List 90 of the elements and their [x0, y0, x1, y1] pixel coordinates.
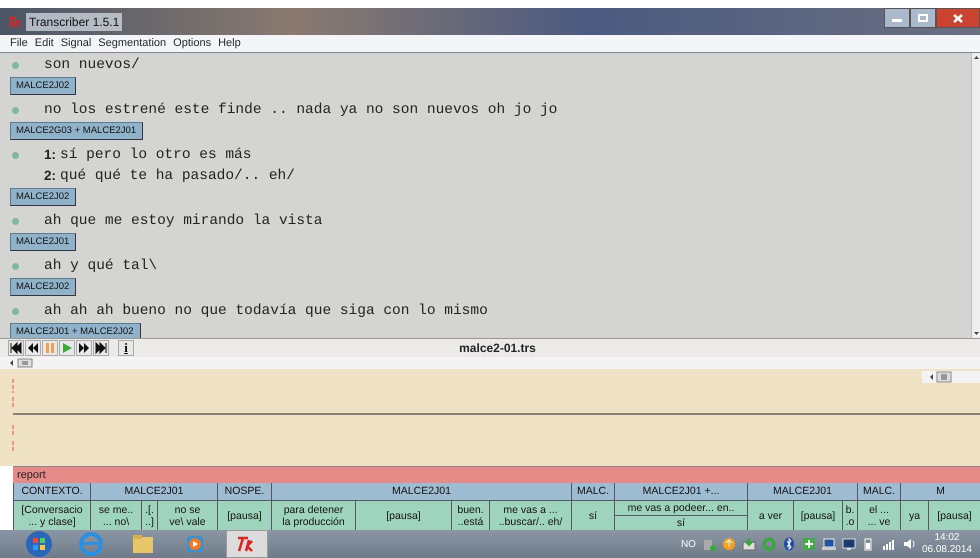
segment-cell[interactable]: se me.. ... no\ [90, 500, 141, 530]
segment-cell[interactable]: sí [571, 500, 614, 530]
speaker-button[interactable]: MALCE2J01 [10, 233, 76, 251]
speaker-header[interactable]: NOSPE. [217, 483, 271, 500]
segment-cell[interactable]: para detener la producción [271, 500, 355, 530]
speaker-button[interactable]: MALCE2J02 [10, 77, 76, 95]
segment-dot[interactable] [12, 218, 19, 225]
app-icon [8, 16, 22, 28]
menu-item[interactable]: File [10, 35, 28, 52]
speaker-header[interactable]: MALCE2J01 [271, 483, 571, 500]
transcript-line: son nuevos/ [44, 56, 140, 75]
speaker-header[interactable]: MALCE2J01 [747, 483, 857, 500]
menu-item[interactable]: Edit [34, 35, 54, 52]
maximize-button[interactable] [910, 8, 936, 28]
speaker-button[interactable]: MALCE2J02 [10, 188, 76, 206]
skip-start-button[interactable] [8, 340, 24, 356]
segment-cell[interactable]: .[. ..] [141, 500, 157, 530]
segment-cell[interactable]: el ... ... ve [857, 500, 900, 530]
speaker-button[interactable]: MALCE2J01 + MALCE2J02 [10, 323, 140, 338]
skip-start-icon [9, 341, 23, 355]
fast-forward-icon [77, 341, 91, 355]
upload-icon[interactable] [722, 537, 736, 551]
maximize-icon [918, 14, 928, 22]
transcript-line: ah y qué tal\ [44, 256, 158, 276]
info-button[interactable]: i [118, 340, 134, 356]
globe-icon [77, 530, 105, 558]
segment-cell[interactable]: [pausa] [928, 500, 980, 530]
segment-dot[interactable] [12, 152, 19, 159]
laptop-icon[interactable] [822, 537, 836, 551]
speaker-icon[interactable] [902, 537, 916, 551]
segment-cell[interactable]: no se ve\ vale [157, 500, 217, 530]
monitor-icon[interactable] [842, 537, 856, 551]
close-button[interactable] [936, 8, 980, 28]
pause-icon [43, 341, 57, 355]
rewind-button[interactable] [25, 340, 41, 356]
speaker-header[interactable]: MALC. [857, 483, 900, 500]
segment-dot[interactable] [12, 263, 19, 270]
segment-cell[interactable]: [Conversacio ... y clase] [13, 500, 90, 530]
minimize-button[interactable] [884, 8, 910, 28]
speaker-header[interactable]: CONTEXTO. [13, 483, 90, 500]
shield-icon[interactable] [802, 537, 816, 551]
horizontal-scrollbar[interactable] [10, 358, 34, 368]
menu-item[interactable]: Segmentation [98, 35, 166, 52]
menu-item[interactable]: Options [173, 35, 212, 52]
segment-dot[interactable] [12, 308, 19, 315]
menu-item[interactable]: Help [218, 35, 241, 52]
close-icon [953, 14, 963, 22]
segment-dot[interactable] [12, 107, 19, 114]
taskbar-button[interactable] [226, 530, 268, 558]
segment-cell[interactable]: [pausa] [793, 500, 842, 530]
speaker-header[interactable]: MALC. [571, 483, 614, 500]
inbox-icon[interactable] [742, 537, 756, 551]
transcript-line: ah ah ah bueno no que todavía que siga con lo mismo [44, 302, 488, 321]
transcript-line: ah que me estoy mirando la vista [44, 212, 322, 231]
segment-cell[interactable]: buen. ..está [451, 500, 489, 530]
segment-dot[interactable] [12, 62, 19, 69]
speaker-header[interactable]: MALCE2J01 [90, 483, 217, 500]
transcript-line: no los estrené este finde .. nada ya no son nuevos oh jo jo [44, 100, 558, 120]
speaker-number: 1: [44, 146, 56, 164]
segment-cell[interactable]: [pausa] [217, 500, 271, 530]
report-bar: report [13, 466, 980, 483]
speaker-button[interactable]: MALCE2G03 + MALCE2J01 [10, 122, 144, 140]
bluetooth-icon[interactable] [782, 537, 796, 551]
segment-cell[interactable]: sí [614, 515, 747, 530]
window-title: Transcriber 1.5.1 [26, 12, 122, 30]
play-icon [60, 341, 74, 355]
menu-item[interactable]: Signal [60, 35, 92, 52]
rewind-icon [26, 341, 40, 355]
signal-icon[interactable] [882, 537, 896, 551]
speaker-button[interactable]: MALCE2J02 [10, 278, 76, 296]
speaker-header[interactable]: MALCE2J01 +... [614, 483, 747, 500]
vertical-scrollbar[interactable] [971, 53, 980, 338]
segment-cell[interactable]: b. .o [842, 500, 857, 530]
segment-cell[interactable]: [pausa] [355, 500, 451, 530]
segment-cell[interactable]: a ver [747, 500, 793, 530]
file-name: malce2-01.trs [458, 340, 537, 357]
transcript-line: qué qué te ha pasado/.. eh/ [60, 166, 295, 186]
skip-end-button[interactable] [93, 340, 109, 356]
clock-date[interactable]: 06.08.2014 [922, 544, 972, 556]
fast-forward-button[interactable] [76, 340, 92, 356]
start-orb-icon [25, 530, 53, 558]
speaker-header[interactable]: M [900, 483, 980, 500]
transcript-line: sí pero lo otro es más [60, 146, 252, 165]
speaker-number: 2: [44, 167, 56, 186]
mini-scrollbar[interactable] [922, 371, 980, 383]
language-indicator[interactable]: NO [680, 536, 696, 552]
skip-end-icon [94, 341, 108, 355]
segment-cell[interactable]: me vas a podeer... en.. [614, 500, 747, 515]
segment-cell[interactable]: me vas a ... ..buscar/.. eh/ [489, 500, 571, 530]
segment-cell[interactable]: ya [900, 500, 928, 530]
